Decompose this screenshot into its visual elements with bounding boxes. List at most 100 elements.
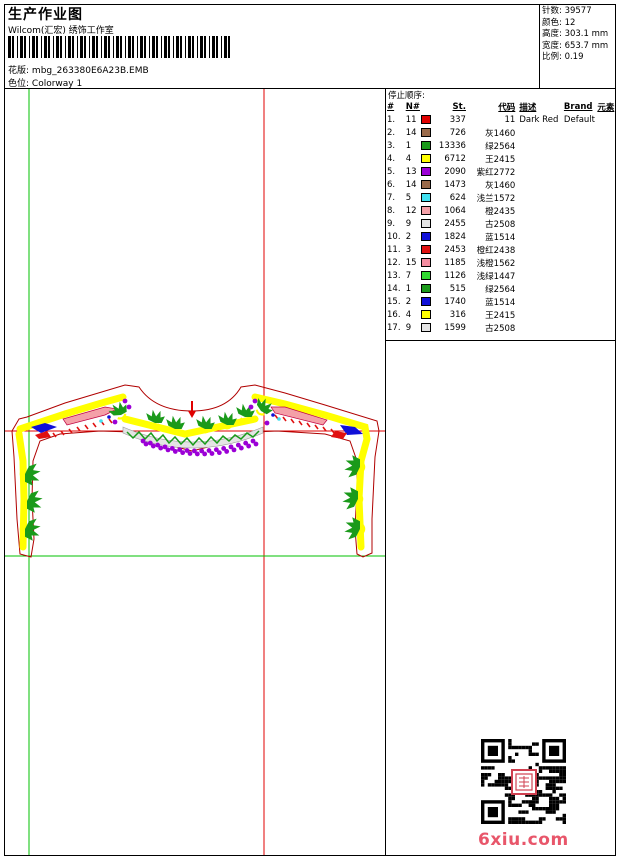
stop-element (597, 165, 620, 178)
stop-brand (564, 295, 597, 308)
center-marker-tip (188, 411, 196, 418)
bead-motif (194, 451, 200, 457)
stop-index: 17. (387, 322, 401, 333)
bead-motif (165, 447, 171, 453)
stop-needle: 1 (405, 283, 412, 294)
header-divider-vertical (539, 4, 540, 89)
bead-motif (246, 443, 252, 449)
stop-needle: 9 (405, 322, 412, 333)
stop-code: 绿2564 (485, 141, 516, 152)
color-swatch (420, 295, 437, 308)
stop-brand (564, 308, 597, 321)
bead-motif (143, 441, 149, 447)
stat-width: 宽度: 653.7 mm (542, 40, 609, 51)
colorway-line: 色位: Colorway 1 (8, 76, 82, 89)
stop-code: 浅橙1562 (476, 258, 516, 269)
stop-row: 11. 3 2453 橙红2438 (387, 243, 620, 256)
stop-index: 3. (387, 140, 396, 151)
stop-element (597, 113, 620, 126)
stop-index: 6. (387, 179, 396, 190)
stat-stitches: 针数: 39577 (542, 6, 592, 16)
stop-needle: 4 (405, 309, 412, 320)
col-swatch (420, 101, 437, 113)
stitch-mark (84, 424, 89, 430)
stitch-mark (92, 422, 97, 428)
color-swatch (420, 139, 437, 152)
stop-brand (564, 230, 597, 243)
stop-needle: 11 (405, 114, 417, 125)
barcode-icon (8, 36, 230, 58)
stop-element (597, 191, 620, 204)
stop-element (597, 282, 620, 295)
stop-table-header: # N# St. 代码 描述 Brand 元素 (387, 101, 620, 113)
stop-needle: 15 (405, 257, 417, 268)
accent-dot (277, 417, 281, 421)
stop-row: 14. 1 515 绿2564 (387, 282, 620, 295)
pattern-value: mbg_263380E6A23B.EMB (31, 66, 149, 76)
accent-dot (107, 415, 111, 419)
stop-stitches: 1126 (444, 270, 466, 281)
stop-index: 11. (387, 244, 401, 255)
panel-divider-vertical (385, 88, 386, 856)
bead-motif (202, 451, 208, 457)
stop-code: 浅兰1572 (476, 193, 516, 204)
stop-brand (564, 139, 597, 152)
stop-description (515, 243, 564, 256)
stop-row: 3. 1 13336 绿2564 (387, 139, 620, 152)
stop-description (515, 152, 564, 165)
embroidery-design-preview (5, 89, 385, 855)
stop-index: 7. (387, 192, 396, 203)
color-swatch (420, 204, 437, 217)
pattern-line: 花版: mbg_263380E6A23B.EMB (8, 63, 149, 76)
bead-motif (224, 449, 230, 454)
stop-stitches: 1824 (444, 231, 466, 242)
stop-stitches: 624 (449, 192, 466, 203)
stop-row: 16. 4 316 王2415 (387, 308, 620, 321)
qr-code-icon (481, 739, 567, 825)
stop-description (515, 282, 564, 295)
stop-brand (564, 152, 597, 165)
stop-needle: 3 (405, 244, 412, 255)
stop-element (597, 204, 620, 217)
stop-needle: 12 (405, 205, 417, 216)
stop-needle: 2 (405, 296, 412, 307)
colorway-value: Colorway 1 (31, 79, 83, 89)
stop-code: 蓝1514 (485, 297, 516, 308)
stop-description (515, 269, 564, 282)
stop-row: 10. 2 1824 蓝1514 (387, 230, 620, 243)
stop-element (597, 243, 620, 256)
stop-code: 绿2564 (485, 284, 516, 295)
stop-description (515, 321, 564, 334)
stop-needle: 2 (405, 231, 412, 242)
stop-brand (564, 191, 597, 204)
stop-brand (564, 217, 597, 230)
stop-element (597, 139, 620, 152)
stop-brand (564, 204, 597, 217)
stop-index: 4. (387, 153, 396, 164)
bead-motif (216, 450, 222, 456)
stop-needle: 9 (405, 218, 412, 229)
bead-motif (180, 450, 186, 456)
stop-index: 16. (387, 309, 401, 320)
stop-row: 17. 9 1599 古2508 (387, 321, 620, 334)
stop-index: 14. (387, 283, 401, 294)
stop-stitches: 2455 (444, 218, 466, 229)
col-index: # (387, 102, 395, 112)
stop-description (515, 295, 564, 308)
stop-element (597, 126, 620, 139)
stop-stitches: 515 (449, 283, 466, 294)
color-swatch (420, 230, 437, 243)
stop-stitches: 6712 (444, 153, 466, 164)
stop-stitches: 1185 (444, 257, 466, 268)
stop-description (515, 139, 564, 152)
stop-element (597, 269, 620, 282)
stitch-mark (314, 424, 319, 430)
page-title: 生产作业图 (8, 7, 83, 23)
stop-row: 1. 11 337 11 Dark Red Default (387, 113, 620, 126)
stop-element (597, 230, 620, 243)
color-swatch (420, 269, 437, 282)
stitch-mark (76, 426, 81, 432)
stop-row: 2. 14 726 灰1460 (387, 126, 620, 139)
stop-index: 5. (387, 166, 396, 177)
stop-needle: 1 (405, 140, 412, 151)
